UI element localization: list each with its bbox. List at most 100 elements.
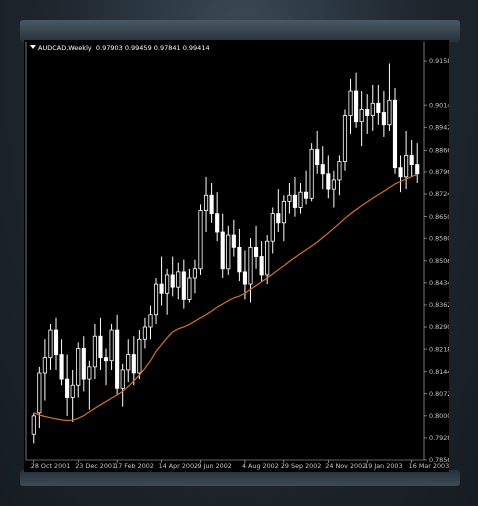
x-tick-label: 17 Feb 2002	[114, 462, 154, 470]
candle	[270, 207, 275, 254]
candle-body-up	[270, 213, 275, 242]
candlestick-chart[interactable]: 0.91580 0.90140 0.89420 0.88660 0.87960 0.872…	[24, 40, 449, 472]
candle	[215, 192, 220, 242]
candle-body-up	[198, 210, 203, 270]
y-tick-label: 0.82180	[429, 345, 449, 353]
candle-body-down	[409, 155, 414, 166]
candle-body-down	[59, 354, 64, 380]
y-tick-label: 0.88660	[429, 147, 449, 155]
candle	[65, 354, 70, 416]
candle	[387, 63, 392, 131]
x-tick-label: 9 Jun 2002	[197, 462, 231, 470]
candle-body-down	[398, 167, 403, 178]
candle	[126, 339, 131, 383]
candle-body-up	[287, 194, 292, 202]
candle	[337, 155, 342, 196]
candle-body-down	[231, 234, 236, 248]
y-tick-label: 0.90140	[429, 101, 449, 109]
y-tick-label: 0.80720	[429, 390, 449, 398]
candle-body-down	[103, 357, 109, 362]
candle-body-up	[148, 314, 153, 328]
candle-body-down	[220, 231, 225, 270]
y-tick-label: 0.79280	[429, 434, 449, 442]
y-tick-label: 0.85060	[429, 257, 449, 265]
candle	[148, 305, 153, 340]
candle	[315, 130, 320, 174]
symbol-timeframe: AUDCAD,Weekly	[38, 44, 92, 52]
candle	[381, 91, 386, 138]
candle-body-down	[392, 99, 398, 169]
candle-body-up	[226, 234, 231, 270]
candle-body-up	[76, 348, 81, 386]
candle-body-up	[387, 99, 392, 126]
candle	[404, 130, 409, 190]
candle	[326, 155, 331, 199]
candle	[359, 91, 364, 147]
candle-body-up	[370, 102, 375, 116]
candle-body-down	[115, 329, 120, 389]
candle-body-down	[320, 164, 325, 175]
candle	[203, 176, 209, 233]
y-tick-label: 0.86500	[429, 213, 449, 221]
candle-body-up	[165, 274, 170, 294]
candle-body-down	[131, 354, 136, 374]
candle-body-up	[153, 283, 159, 316]
candle-body-down	[376, 102, 381, 113]
candle	[98, 317, 103, 370]
candle	[304, 170, 309, 205]
candle-body-down	[215, 213, 220, 233]
candle-body-up	[137, 338, 142, 374]
candle-body-up	[298, 191, 303, 208]
candle	[198, 204, 203, 275]
candle	[259, 241, 264, 282]
candle	[376, 84, 381, 125]
candle-body-up	[203, 194, 209, 211]
candle-body-down	[242, 271, 248, 285]
candle-body-up	[192, 268, 198, 279]
candle-body-up	[337, 161, 342, 181]
candle-body-down	[315, 148, 320, 166]
candle	[298, 182, 303, 214]
chart-window[interactable]: 0.91580 0.90140 0.89420 0.88660 0.87960 0.872…	[24, 40, 449, 472]
candle-body-down	[292, 194, 298, 208]
candle	[209, 182, 214, 223]
time-axis: 28 Oct 2001 23 Dec 200117 Feb 2002 14 Apr …	[26, 459, 449, 470]
candle	[48, 323, 53, 370]
candle-body-up	[87, 366, 92, 380]
y-tick-label: 0.84340	[429, 279, 449, 287]
candle	[309, 143, 314, 202]
candle-body-up	[404, 155, 409, 178]
candle	[103, 348, 109, 386]
candle-body-down	[304, 191, 309, 199]
candle	[253, 225, 259, 269]
candle-body-down	[354, 90, 359, 123]
candle-body-down	[276, 213, 281, 224]
candle	[81, 336, 86, 392]
candle-body-up	[142, 326, 147, 340]
x-tick-label: 16 Mar 2003	[409, 462, 449, 470]
candle-body-down	[253, 246, 259, 257]
candle	[37, 366, 42, 429]
candle	[87, 360, 92, 410]
candle-body-up	[120, 369, 125, 389]
chart-header: AUDCAD,Weekly 0.97903 0.99459 0.97841 0.…	[30, 44, 210, 52]
ohlc-values: 0.97903 0.99459 0.97841 0.99414	[95, 44, 210, 52]
candle-body-up	[348, 90, 353, 116]
candle-body-down	[259, 256, 264, 276]
frame-top-bar	[20, 20, 460, 42]
candle	[153, 277, 159, 324]
candle-body-up	[31, 415, 36, 435]
candle-body-up	[42, 357, 47, 374]
candle-body-down	[98, 335, 103, 359]
candle	[131, 336, 136, 386]
candle-body-down	[415, 164, 420, 175]
candle	[115, 314, 120, 395]
candle-body-down	[81, 348, 86, 380]
moving-average-line	[33, 173, 418, 422]
candle-body-up	[359, 109, 364, 123]
dropdown-triangle-icon	[30, 45, 36, 49]
candle-body-down	[181, 271, 186, 300]
candle-body-up	[309, 148, 314, 199]
candle	[231, 219, 236, 257]
y-tick-label: 0.80000	[429, 412, 449, 420]
